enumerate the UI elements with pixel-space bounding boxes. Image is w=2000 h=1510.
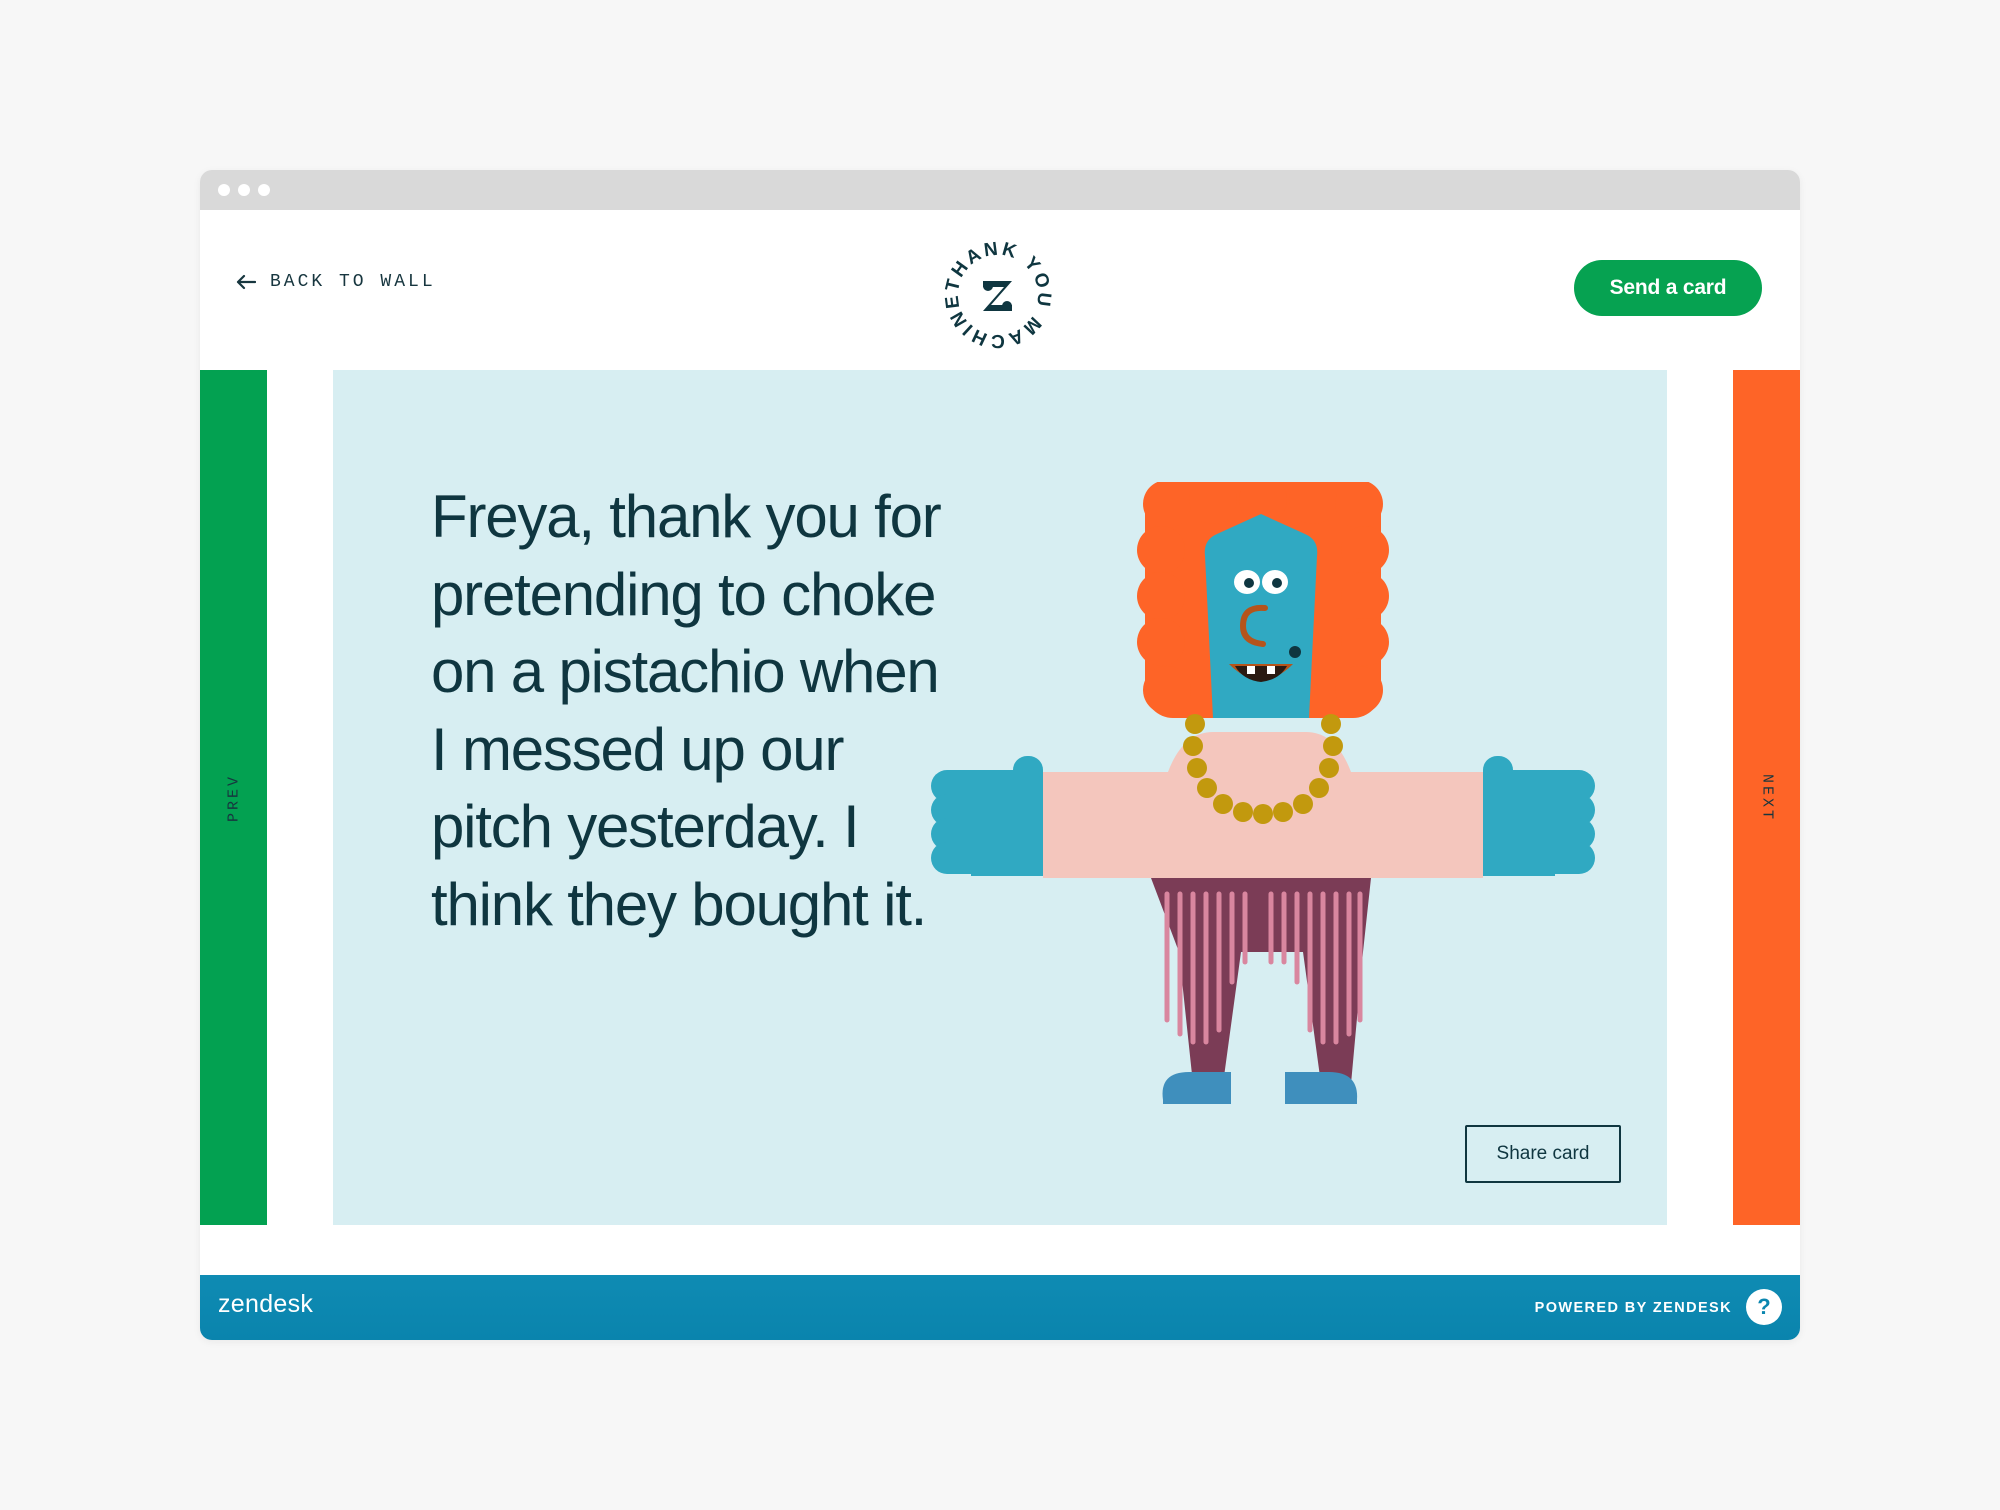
window-dot [258, 184, 270, 196]
arrow-left-icon [236, 274, 256, 290]
prev-label: PREV [225, 773, 242, 822]
share-card-button[interactable]: Share card [1465, 1125, 1621, 1183]
thank-you-card: Freya, thank you for pretending to choke… [333, 370, 1667, 1225]
back-to-wall-label: BACK TO WALL [270, 272, 436, 292]
window-dot [238, 184, 250, 196]
footer: zendesk POWERED BY ZENDESK ? [200, 1275, 1800, 1340]
left-shoe [1162, 1072, 1231, 1104]
powered-by-label: POWERED BY ZENDESK [1534, 1300, 1732, 1316]
hugging-character-illustration [931, 482, 1595, 1104]
zendesk-brand[interactable]: zendesk [218, 1290, 313, 1319]
card-message: Freya, thank you for pretending to choke… [431, 483, 942, 938]
help-icon[interactable]: ? [1746, 1289, 1782, 1325]
window-dot [218, 184, 230, 196]
next-label: NEXT [1758, 773, 1775, 822]
right-shoe [1285, 1072, 1358, 1104]
browser-window: BACK TO WALL THANK YOU MACHINE Send a ca… [200, 170, 1800, 1340]
pants [1151, 878, 1371, 1084]
header: BACK TO WALL THANK YOU MACHINE Send a ca… [200, 210, 1800, 370]
next-card-button[interactable]: NEXT [1733, 370, 1800, 1225]
face [1204, 514, 1318, 718]
back-to-wall-link[interactable]: BACK TO WALL [236, 272, 436, 292]
left-hand [931, 756, 1043, 876]
prev-card-button[interactable]: PREV [200, 370, 267, 1225]
zendesk-z-icon [983, 281, 1012, 311]
thank-you-machine-logo: THANK YOU MACHINE [941, 238, 1051, 351]
right-hand [1483, 756, 1595, 876]
mole [1289, 646, 1301, 658]
window-chrome [200, 170, 1800, 210]
send-card-button[interactable]: Send a card [1574, 260, 1762, 316]
